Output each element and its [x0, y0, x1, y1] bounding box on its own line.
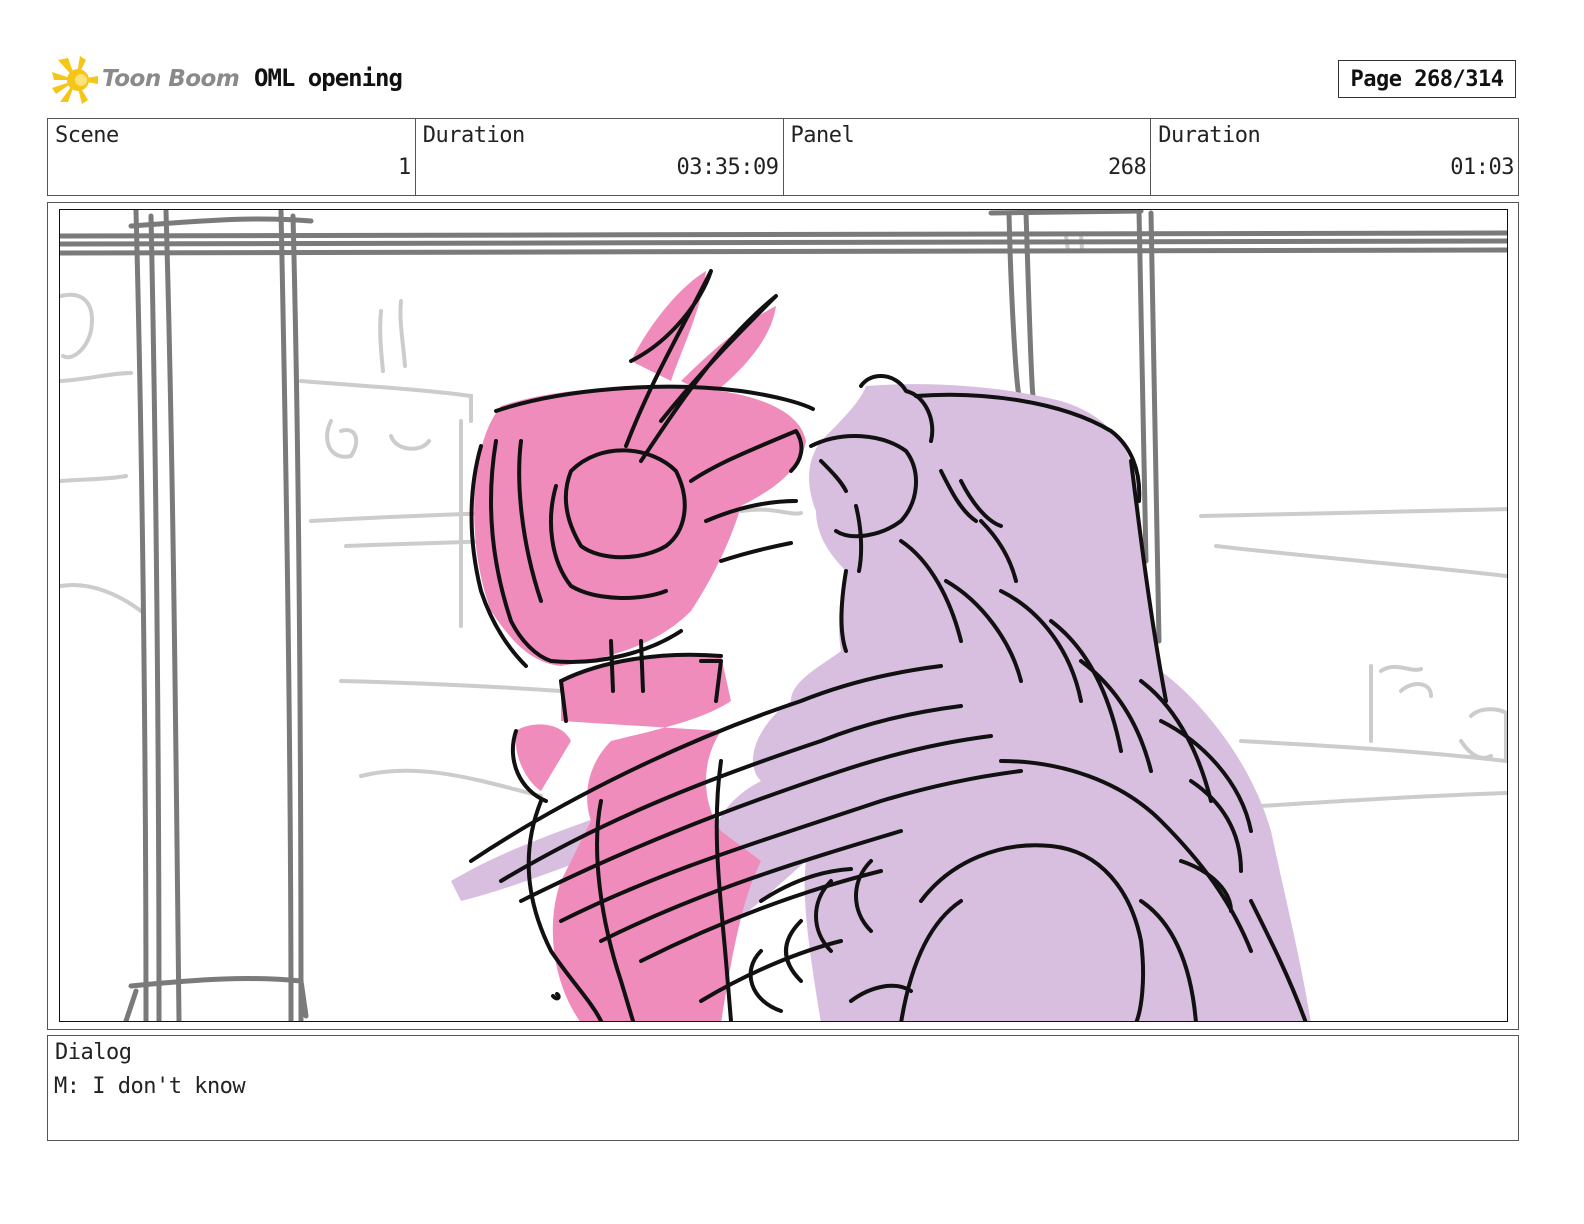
panel-value: 268 [1108, 155, 1147, 180]
dialog-text: M: I don't know [54, 1074, 246, 1099]
scene-duration-label: Duration [422, 123, 525, 148]
panel-duration-label: Duration [1158, 123, 1261, 148]
panel-duration-cell: Duration 01:03 [1151, 119, 1518, 195]
scene-value: 1 [398, 155, 411, 180]
storyboard-sketch [60, 210, 1507, 1021]
panel-info-row: Scene 1 Duration 03:35:09 Panel 268 Dura… [47, 118, 1519, 196]
page-number-box: Page 268/314 [1338, 60, 1516, 98]
scene-cell: Scene 1 [48, 119, 416, 195]
panel-cell: Panel 268 [784, 119, 1152, 195]
dialog-box: Dialog M: I don't know [47, 1035, 1519, 1141]
panel-duration-value: 01:03 [1450, 155, 1514, 180]
scene-duration-cell: Duration 03:35:09 [416, 119, 784, 195]
scene-label: Scene [55, 123, 119, 148]
project-title: OML opening [254, 64, 403, 92]
dialog-label: Dialog [55, 1040, 132, 1065]
logo-star-icon [52, 56, 98, 104]
panel-label: Panel [790, 123, 855, 148]
toon-boom-logo: Toon Boom [50, 54, 250, 106]
logo-text: Toon Boom [102, 66, 240, 92]
scene-duration-value: 03:35:09 [676, 155, 779, 180]
page-header: Toon Boom OML opening Page 268/314 [50, 54, 1536, 106]
storyboard-panel [59, 209, 1508, 1022]
